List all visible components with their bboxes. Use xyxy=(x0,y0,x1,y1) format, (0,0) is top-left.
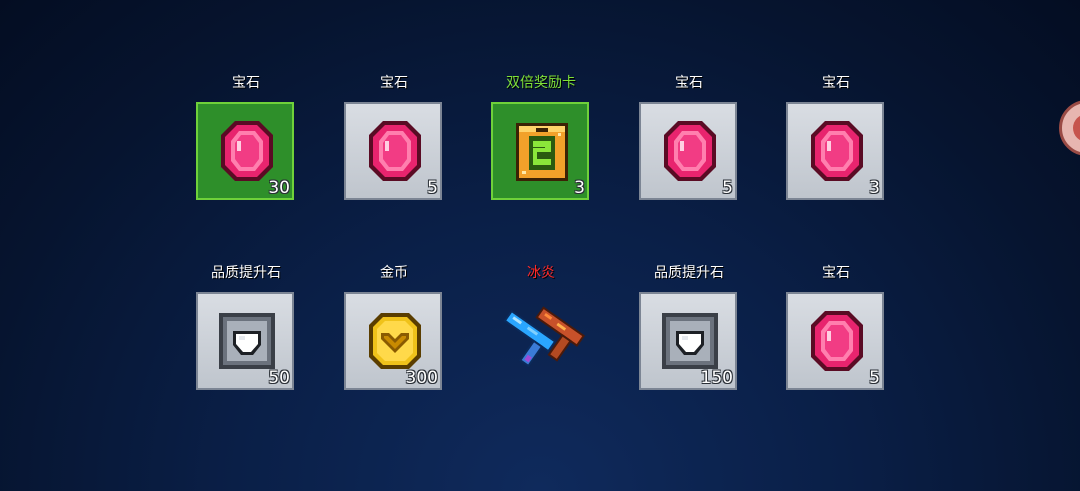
ice-flame-guns-icon xyxy=(503,306,586,368)
reward-quantity: 30 xyxy=(268,178,290,198)
reward-slot[interactable]: 5 xyxy=(344,102,442,200)
reward-quantity: 5 xyxy=(869,368,880,388)
reward-slot[interactable]: 150 xyxy=(639,292,737,390)
reward-quantity: 5 xyxy=(722,178,733,198)
reward-label: 金币 xyxy=(380,265,408,281)
reward-grid: 宝石 30 宝石 5 双倍奖励卡 3 宝石 5 宝石 3 品质提升石 50 金币… xyxy=(0,0,1080,491)
reward-label: 宝石 xyxy=(822,265,850,281)
reward-label: 品质提升石 xyxy=(654,265,724,281)
reward-quantity: 3 xyxy=(869,178,880,198)
gem-icon xyxy=(811,121,863,181)
reward-quantity: 50 xyxy=(268,368,290,388)
reward-slot[interactable]: 50 xyxy=(196,292,294,390)
reward-slot[interactable]: 30 xyxy=(196,102,294,200)
reward-slot[interactable]: 300 xyxy=(344,292,442,390)
double-reward-card-icon xyxy=(516,123,568,181)
quality-stone-icon xyxy=(662,313,718,369)
gem-icon xyxy=(664,121,716,181)
reward-label: 双倍奖励卡 xyxy=(506,75,576,91)
reward-label: 宝石 xyxy=(380,75,408,91)
gem-icon xyxy=(811,311,863,371)
reward-quantity: 150 xyxy=(700,368,733,388)
play-circle-icon xyxy=(1073,114,1080,142)
reward-label: 宝石 xyxy=(675,75,703,91)
reward-slot[interactable]: 3 xyxy=(786,102,884,200)
reward-slot[interactable] xyxy=(491,292,589,390)
gem-icon xyxy=(221,121,273,181)
gem-icon xyxy=(369,121,421,181)
gold-coin-icon xyxy=(369,313,421,369)
reward-label: 宝石 xyxy=(822,75,850,91)
reward-slot[interactable]: 3 xyxy=(491,102,589,200)
reward-label: 品质提升石 xyxy=(211,265,281,281)
reward-slot[interactable]: 5 xyxy=(639,102,737,200)
reward-quantity: 5 xyxy=(427,178,438,198)
reward-quantity: 3 xyxy=(574,178,585,198)
reward-label: 冰炎 xyxy=(527,265,555,281)
reward-slot[interactable]: 5 xyxy=(786,292,884,390)
reward-quantity: 300 xyxy=(405,368,438,388)
quality-stone-icon xyxy=(219,313,275,369)
reward-label: 宝石 xyxy=(232,75,260,91)
